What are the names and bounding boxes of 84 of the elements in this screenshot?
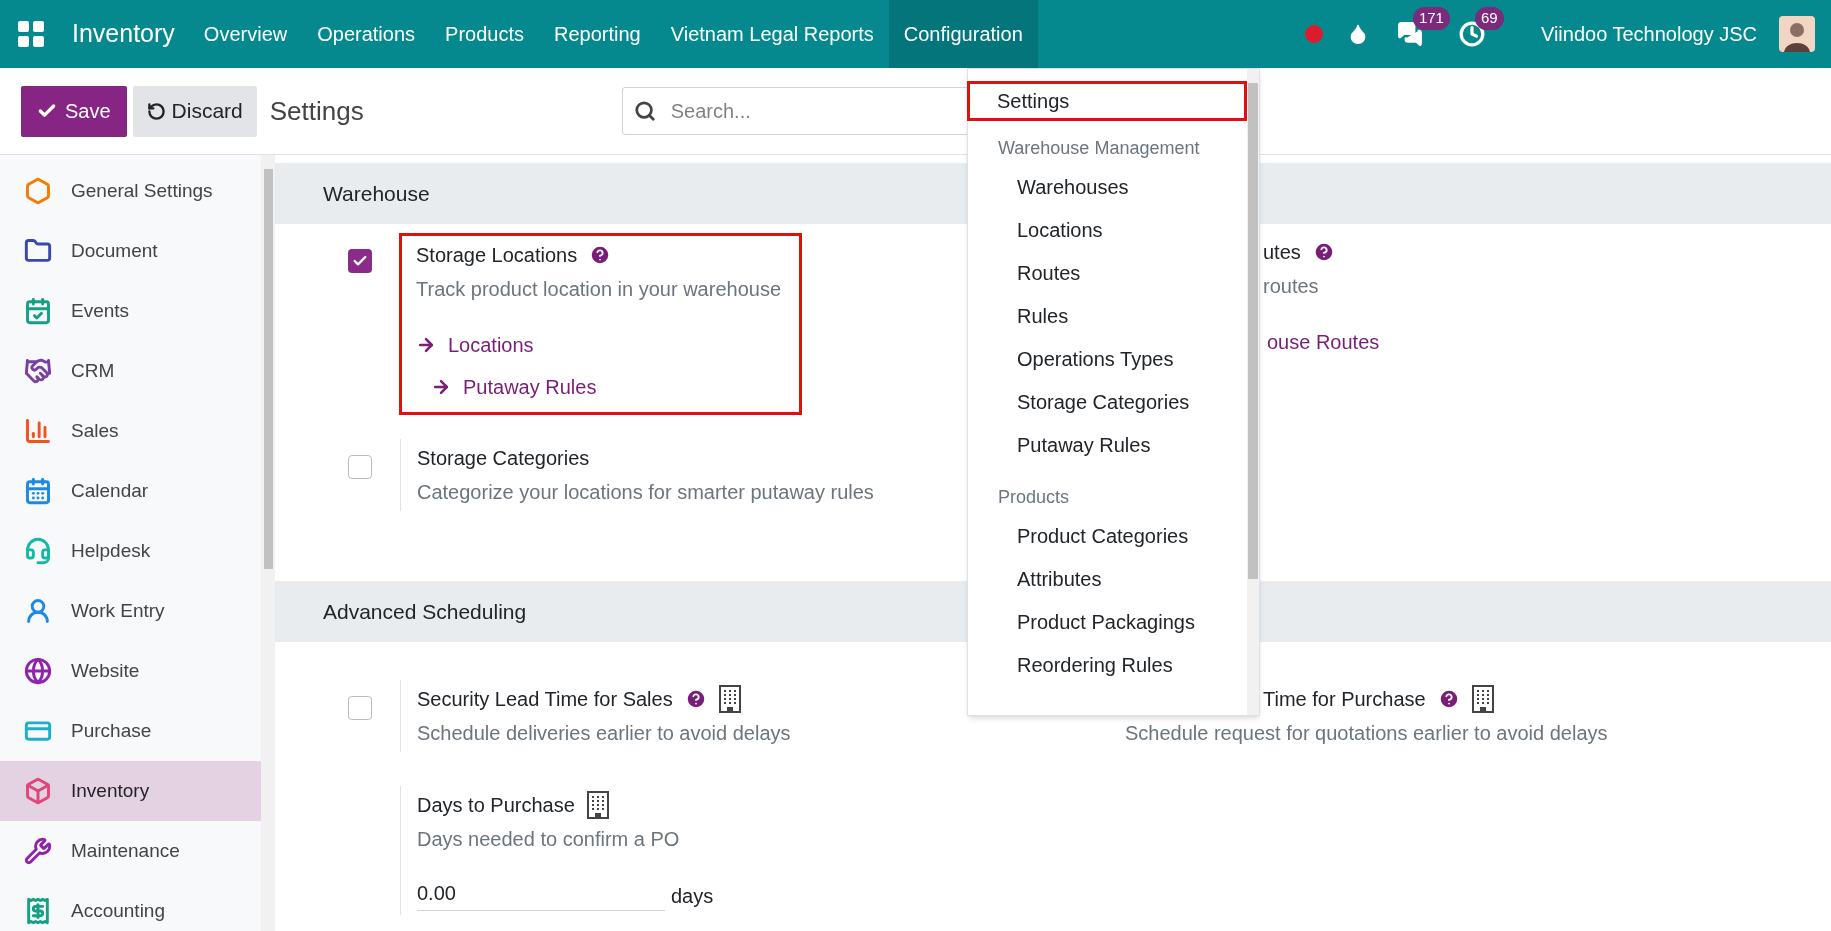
dropdown-item[interactable]: Warehouses (968, 165, 1247, 208)
arrow-icon (416, 335, 436, 355)
avatar-icon[interactable] (1779, 16, 1815, 52)
scrollbar[interactable] (1247, 69, 1259, 715)
menu-section-header: Warehouse Management (997, 136, 1201, 160)
handshake-icon (24, 357, 52, 385)
folder-icon (24, 237, 52, 265)
setting-description: Schedule request for quotations earlier to avoid delays (1125, 721, 1608, 746)
checkbox[interactable] (348, 455, 372, 479)
menu-item[interactable]: Products (430, 0, 539, 68)
sidebar-item[interactable]: Maintenance (0, 821, 261, 881)
help-icon[interactable] (1437, 688, 1460, 710)
sidebar-item[interactable]: Events (0, 281, 261, 341)
setting-title: Storage Categories (417, 446, 590, 471)
link[interactable]: Putaway Rules (431, 372, 781, 402)
sidebar-item[interactable]: Calendar (0, 461, 261, 521)
dropdown-item[interactable]: Storage Categories (968, 380, 1247, 423)
setting-title: Security Lead Time for Sales (417, 687, 673, 712)
sidebar-item[interactable]: Sales (0, 401, 261, 461)
company-name[interactable]: Viindoo Technology JSC (1540, 19, 1757, 49)
calendar-icon (24, 477, 52, 505)
receipt-icon (24, 897, 52, 925)
dropdown-item[interactable]: Product Categories (968, 514, 1247, 557)
link[interactable]: Locations (416, 330, 781, 360)
hexagon-icon (24, 177, 52, 205)
menu-item[interactable]: Overview (188, 0, 303, 68)
clock-icon[interactable] (1458, 21, 1485, 47)
sidebar-item[interactable]: Helpdesk (0, 521, 261, 581)
menu-item[interactable]: Reporting (539, 0, 656, 68)
menu-section-header: Products (997, 485, 1071, 509)
input-field[interactable]: 0.00 (417, 878, 665, 911)
setting-title: Time for Purchase (1263, 687, 1426, 712)
dropdown-item[interactable]: Operations Types (968, 337, 1247, 380)
sidebar-item[interactable]: CRM (0, 341, 261, 401)
scrollbar[interactable] (261, 155, 275, 931)
sidebar-item[interactable]: Purchase (0, 701, 261, 761)
wrench-icon (24, 837, 52, 865)
dropdown-item[interactable]: Reordering Rules (968, 643, 1247, 686)
dropdown-item[interactable]: Routes (968, 251, 1247, 294)
menu-item[interactable]: Vietnam Legal Reports (655, 0, 889, 68)
help-icon[interactable] (589, 244, 612, 266)
menu-item[interactable]: Configuration (888, 0, 1038, 68)
count-badge: 171 (1412, 7, 1450, 30)
checkbox[interactable] (348, 696, 372, 720)
sidebar-item[interactable]: Accounting (0, 881, 261, 931)
sidebar-item[interactable]: Website (0, 641, 261, 701)
search-icon (633, 100, 656, 122)
headset-icon (24, 537, 52, 565)
setting-title: Storage Locations (416, 243, 578, 268)
setting-description: Track product location in your warehouse (416, 277, 781, 302)
undo-icon (146, 101, 166, 121)
count-badge: 69 (1474, 7, 1504, 30)
bar-chart-icon (24, 417, 52, 445)
sidebar-item[interactable]: Work Entry (0, 581, 261, 641)
chat-icon[interactable] (1396, 21, 1423, 47)
checkbox[interactable] (348, 249, 372, 273)
dropdown-item[interactable]: Product Packagings (968, 600, 1247, 643)
help-icon[interactable] (1312, 241, 1335, 263)
sidebar-item[interactable]: Inventory (0, 761, 261, 821)
setting-description: routes (1263, 274, 1320, 299)
apps-grid-icon[interactable] (18, 21, 44, 47)
setting-description: Schedule deliveries earlier to avoid delays (417, 721, 791, 746)
link[interactable]: ouse Routes (1267, 327, 1380, 357)
dropdown-item[interactable]: Settings (967, 81, 1247, 121)
setting-description: Days needed to confirm a PO (417, 827, 681, 852)
menu-item[interactable]: Operations (302, 0, 431, 68)
page-title: Settings (269, 94, 364, 128)
sidebar-item[interactable]: General Settings (0, 161, 261, 221)
app-title[interactable]: Inventory (72, 15, 175, 53)
setting-title: Days to Purchase (417, 793, 575, 818)
save-button[interactable]: Save (21, 85, 127, 137)
cube-icon (24, 777, 52, 805)
setting-description: Categorize your locations for smarter putaway rules (417, 480, 874, 505)
globe-icon (24, 657, 52, 685)
dropdown-item[interactable]: Putaway Rules (968, 423, 1247, 466)
unit-label: days (671, 884, 714, 909)
help-icon[interactable] (684, 688, 707, 710)
person-icon (24, 597, 52, 625)
calendar-icon (24, 297, 52, 325)
sidebar-item[interactable]: Document (0, 221, 261, 281)
arrow-icon (431, 377, 451, 397)
dropdown-item[interactable]: Rules (968, 294, 1247, 337)
setting-title: utes (1263, 240, 1301, 265)
discard-button[interactable]: Discard (132, 85, 257, 137)
